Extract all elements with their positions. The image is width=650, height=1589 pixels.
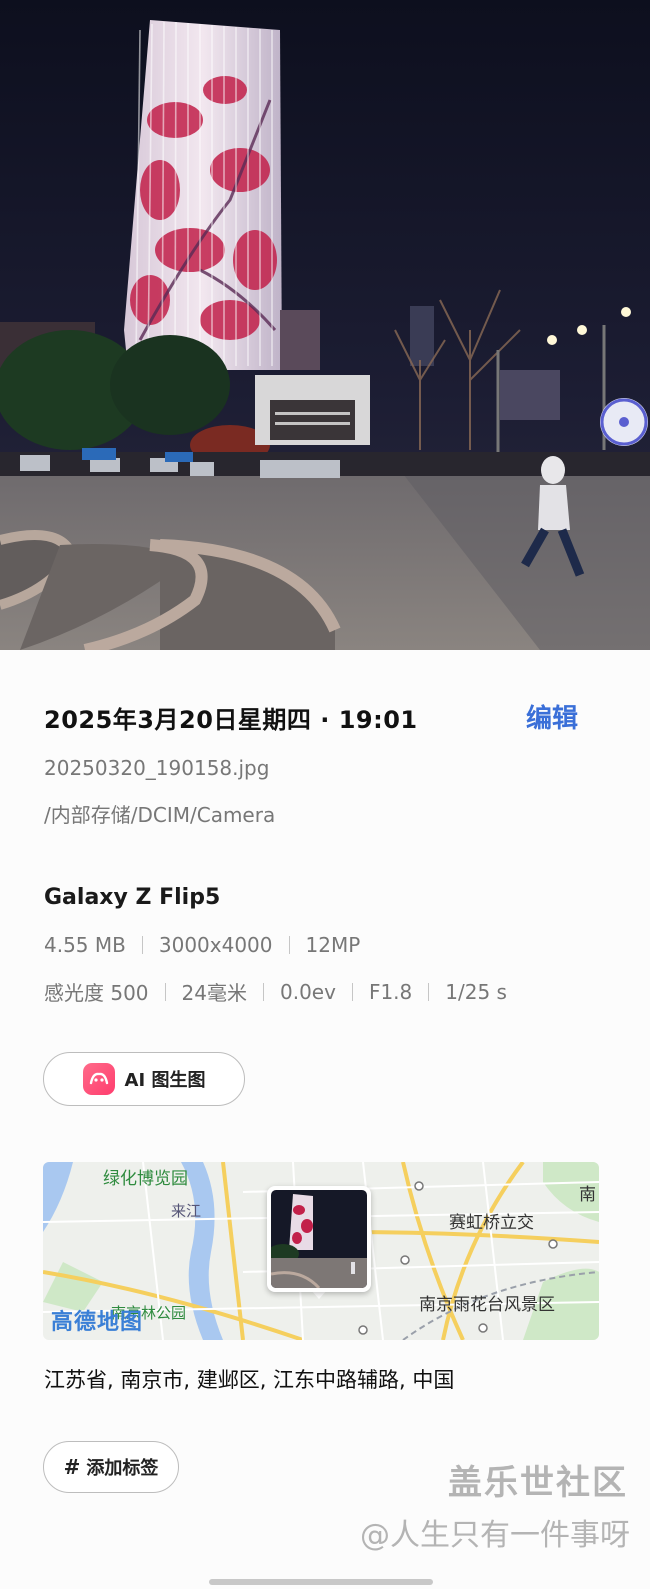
shutter-speed: 1/25 s <box>445 979 507 1004</box>
divider <box>351 982 353 1001</box>
ai-button-label: AI 图生图 <box>124 1070 206 1091</box>
map-label-scenic-area: 南京雨花台风景区 <box>419 1295 555 1315</box>
focal-length: 24毫米 <box>181 981 247 1005</box>
iso: 感光度 500 <box>44 981 149 1005</box>
watermark-community: 盖乐世社区 <box>448 1463 628 1503</box>
map-label-interchange: 赛虹桥立交 <box>449 1213 534 1233</box>
map-label-river: 来江 <box>171 1202 202 1220</box>
divider <box>141 936 143 954</box>
file-size: 4.55 MB <box>44 933 126 957</box>
megapixels: 12MP <box>305 933 361 957</box>
map-label-edge: 南 <box>579 1185 596 1205</box>
home-indicator[interactable] <box>209 1579 433 1585</box>
location-address: 江苏省, 南京市, 建邺区, 江东中路辅路, 中国 <box>44 1368 455 1392</box>
edit-button[interactable]: 编辑 <box>526 698 578 735</box>
map-photo-thumbnail[interactable] <box>267 1186 371 1292</box>
add-tag-button[interactable]: # 添加标签 <box>43 1441 179 1493</box>
file-specs-row: 4.55 MB 3000x4000 12MP <box>44 933 360 957</box>
map-provider-logo: 高德地图 <box>51 1310 144 1335</box>
night-street-photo <box>0 0 650 650</box>
watermark-author: @人生只有一件事呀 <box>360 1518 630 1553</box>
divider <box>288 936 290 954</box>
thumbnail-image <box>271 1190 367 1288</box>
details-panel: 2025年3月20日星期四 · 19:01 编辑 20250320_190158… <box>0 650 650 1589</box>
device-model: Galaxy Z Flip5 <box>44 885 221 910</box>
add-tag-label: 添加标签 <box>86 1458 159 1479</box>
location-map[interactable]: 绿化博览园 来江 赛虹桥立交 南京雨花台风景区 南京林公园 南 高德地图 <box>43 1162 599 1340</box>
divider <box>164 982 166 1001</box>
filename-label: 20250320_190158.jpg <box>44 756 270 780</box>
aperture: F1.8 <box>368 979 413 1004</box>
ai-image-generate-button[interactable]: AI 图生图 <box>43 1052 245 1106</box>
file-path-label: /内部存储/DCIM/Camera <box>44 803 276 827</box>
photo-preview[interactable] <box>0 0 650 650</box>
camera-specs-row: 感光度 500 24毫米 0.0ev F1.8 1/25 s <box>44 977 507 1006</box>
exposure-value: 0.0ev <box>279 979 336 1004</box>
divider <box>262 982 264 1001</box>
datetime-label: 2025年3月20日星期四 · 19:01 <box>44 706 418 734</box>
ai-generate-icon <box>82 1063 115 1095</box>
map-label-park: 绿化博览园 <box>103 1169 188 1189</box>
resolution: 3000x4000 <box>158 933 273 957</box>
divider <box>428 982 430 1001</box>
hashtag-icon: # <box>63 1455 81 1479</box>
